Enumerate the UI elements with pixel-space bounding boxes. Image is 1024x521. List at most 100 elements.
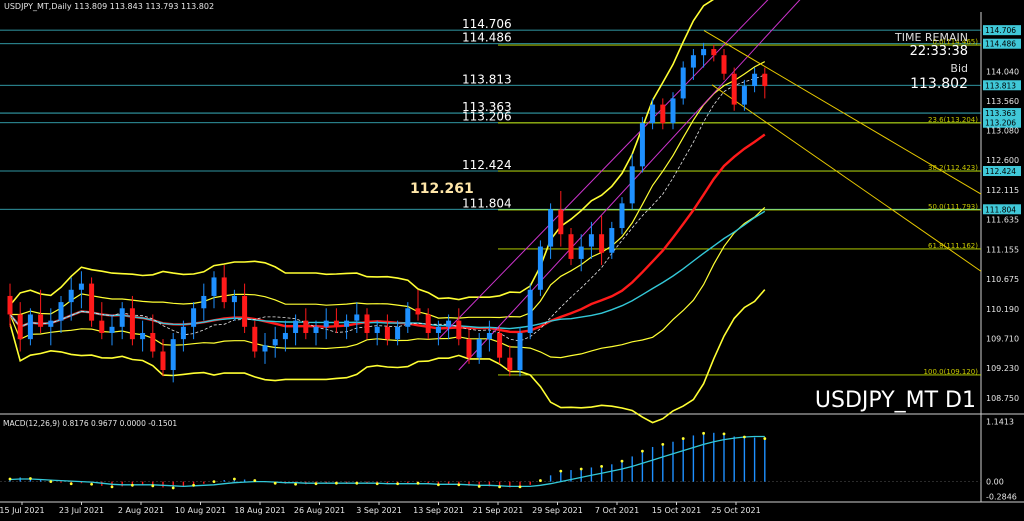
macd-dot xyxy=(702,431,705,435)
fib-label: 38.2(112.423) xyxy=(928,164,978,172)
candle-body xyxy=(527,289,533,333)
level-tag-text: 111.804 xyxy=(985,205,1016,214)
date-axis-label: 7 Oct 2021 xyxy=(595,506,639,515)
candle-body xyxy=(650,104,656,124)
candle-body xyxy=(170,339,176,371)
candle-body xyxy=(721,55,727,74)
candle-body xyxy=(629,166,635,204)
time-remain-value: 22:33:38 xyxy=(910,44,968,59)
price-axis-label: 108.750 xyxy=(986,394,1019,403)
candle-body xyxy=(109,326,115,333)
candle-body xyxy=(741,86,747,105)
candle-body xyxy=(548,209,554,247)
date-axis-label: 15 Jul 2021 xyxy=(0,506,45,515)
price-axis-label: 114.040 xyxy=(986,67,1019,76)
candle-body xyxy=(89,283,95,321)
candle-body xyxy=(221,277,227,303)
candle-body xyxy=(680,67,686,99)
macd-dot xyxy=(681,437,685,440)
macd-axis-label: 0.00 xyxy=(986,478,1004,487)
macd-dot xyxy=(743,435,746,439)
candle-body xyxy=(191,308,197,327)
macd-dot xyxy=(722,432,726,436)
price-axis-label: 113.080 xyxy=(986,127,1019,136)
price-axis-label: 111.635 xyxy=(986,216,1019,225)
price-axis-label: 113.560 xyxy=(986,97,1019,106)
macd-dot xyxy=(69,482,73,486)
candle-body xyxy=(486,332,492,340)
macd-dot xyxy=(294,482,297,486)
candle-body xyxy=(384,326,390,340)
fib-label: 61.8(111.162) xyxy=(928,242,978,250)
macd-dot xyxy=(212,480,216,484)
candle-body xyxy=(27,314,33,340)
date-axis-label: 25 Oct 2021 xyxy=(711,506,760,515)
candle-body xyxy=(303,320,309,333)
level-label: 111.804 xyxy=(462,196,512,210)
candle-body xyxy=(639,123,645,167)
fib-label: 100.0(109.120) xyxy=(924,368,979,376)
date-axis-label: 3 Sep 2021 xyxy=(356,506,402,515)
highlight-price-label: 112.261 xyxy=(410,181,474,197)
chart-area[interactable]: 114.706 114.706 114.486 114.486 113.813 113.8… xyxy=(0,0,1024,517)
candle-body xyxy=(48,320,54,327)
candle-body xyxy=(242,295,248,327)
date-axis-label: 18 Aug 2021 xyxy=(234,506,285,515)
price-chart[interactable]: 114.706 114.706114.486 114.486113.813 113.8… xyxy=(0,0,1024,517)
candle-body xyxy=(711,49,717,56)
level-tag-text: 113.813 xyxy=(985,81,1016,90)
macd-dot xyxy=(457,483,461,487)
bid-label: Bid xyxy=(950,62,968,75)
candle-body xyxy=(7,295,13,315)
macd-dot xyxy=(131,483,134,487)
candle-body xyxy=(17,314,23,340)
level-label: 114.486 xyxy=(462,31,512,45)
candle-body xyxy=(660,104,666,124)
macd-dot xyxy=(171,486,175,490)
level-tag-text: 112.424 xyxy=(985,167,1016,176)
candle-body xyxy=(201,295,207,309)
candle-body xyxy=(619,203,625,229)
chart-header: USDJPY_MT,Daily 113.809 113.843 113.793 … xyxy=(4,2,214,11)
candle-body xyxy=(333,320,339,327)
price-axis-label: 112.600 xyxy=(986,156,1019,165)
candle-body xyxy=(415,308,421,315)
date-axis-label: 23 Jul 2021 xyxy=(59,506,104,515)
time-remain-label: TIME REMAIN xyxy=(894,31,968,44)
date-axis-label: 10 Aug 2021 xyxy=(175,506,226,515)
candle-body xyxy=(497,332,503,358)
candle-body xyxy=(588,234,594,247)
candle-body xyxy=(507,357,513,371)
symbol-timeframe-label: USDJPY_MT D1 xyxy=(815,388,976,413)
macd-dot xyxy=(273,481,277,485)
candle-body xyxy=(517,332,523,371)
bid-value: 113.802 xyxy=(910,76,968,92)
candle-body xyxy=(160,351,166,371)
macd-axis-label: 1.1413 xyxy=(986,418,1014,427)
macd-dot xyxy=(355,481,359,485)
date-axis-label: 13 Sep 2021 xyxy=(413,506,464,515)
candle-body xyxy=(578,246,584,259)
level-tag-text: 113.363 xyxy=(985,109,1016,118)
macd-dot xyxy=(763,437,767,440)
price-axis-label: 112.115 xyxy=(986,186,1019,195)
candle-body xyxy=(323,320,329,327)
macd-dot xyxy=(498,485,501,489)
candle-body xyxy=(558,209,564,235)
candle-body xyxy=(313,326,319,333)
candle-body xyxy=(537,246,543,290)
macd-dot xyxy=(8,477,12,481)
level-label: 114.706 xyxy=(462,17,512,31)
macd-dot xyxy=(600,465,603,468)
date-axis-label: 29 Sep 2021 xyxy=(532,506,583,515)
macd-axis-label: -0.2846 xyxy=(986,493,1017,502)
date-axis-label: 15 Oct 2021 xyxy=(652,506,701,515)
candle-body xyxy=(568,234,574,259)
candle-body xyxy=(282,332,288,340)
candle-body xyxy=(731,73,737,105)
candle-body xyxy=(293,320,299,333)
candle-body xyxy=(262,345,268,352)
candle-body xyxy=(466,339,472,358)
level-label: 113.813 xyxy=(462,72,512,86)
macd-header: MACD(12,26,9) 0.8176 0.9677 0.0000 -0.15… xyxy=(3,419,177,428)
